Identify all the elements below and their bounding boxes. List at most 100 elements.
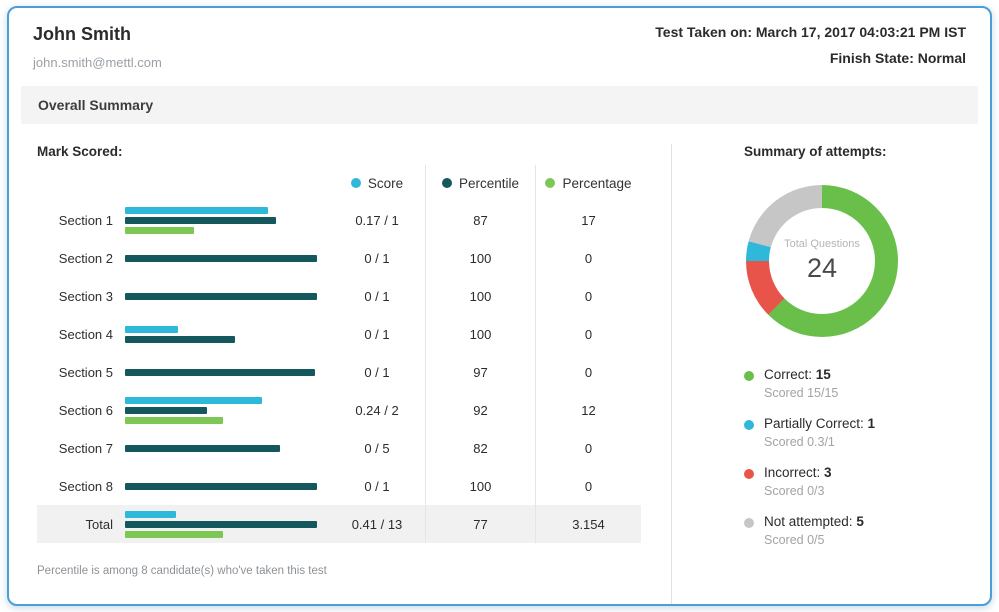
test-meta: Test Taken on: March 17, 2017 04:03:21 P…: [655, 24, 966, 70]
legend-scored: Scored 15/15: [764, 386, 838, 400]
row-label: Section 3: [37, 277, 125, 315]
legend-count: 5: [856, 514, 864, 529]
test-taken-value: March 17, 2017 04:03:21 PM IST: [756, 24, 966, 40]
table-row: Section 70 / 5820: [37, 429, 641, 467]
percentage-cell: 17: [535, 201, 641, 239]
percentage-cell: 12: [535, 391, 641, 429]
percentile-cell: 92: [425, 391, 535, 429]
candidate-info: John Smith john.smith@mettl.com: [33, 24, 162, 70]
row-label: Section 7: [37, 429, 125, 467]
score-cell: 0 / 1: [329, 315, 425, 353]
row-bars: [125, 353, 329, 391]
percentage-cell: 0: [535, 353, 641, 391]
attempts-donut-chart: Total Questions 24: [746, 185, 898, 337]
candidate-email: john.smith@mettl.com: [33, 55, 162, 70]
score-legend-dot: [351, 178, 361, 188]
bar-percentile: [125, 336, 235, 343]
legend-text: Not attempted: 5Scored 0/5: [764, 514, 864, 547]
percentile-legend-dot: [442, 178, 452, 188]
bar-score: [125, 511, 176, 518]
legend-scored: Scored 0.3/1: [764, 435, 875, 449]
legend-label: Incorrect: 3: [764, 465, 832, 480]
percentile-cell: 100: [425, 315, 535, 353]
legend-label: Partially Correct: 1: [764, 416, 875, 431]
percentile-column-label: Percentile: [459, 176, 519, 191]
legend-dot: [744, 518, 754, 528]
report-header: John Smith john.smith@mettl.com Test Tak…: [9, 8, 990, 82]
candidate-name: John Smith: [33, 24, 162, 45]
percentage-cell: 0: [535, 467, 641, 505]
bar-percentage: [125, 227, 194, 234]
percentage-column-label: Percentage: [562, 176, 631, 191]
bar-score: [125, 207, 268, 214]
bar-score: [125, 397, 262, 404]
percentage-legend-dot: [545, 178, 555, 188]
bar-score: [125, 326, 178, 333]
attempts-legend-item: Partially Correct: 1 Scored 0.3/1: [744, 416, 966, 449]
score-cell: 0.24 / 2: [329, 391, 425, 429]
score-cell: 0 / 1: [329, 467, 425, 505]
attempts-legend-item: Not attempted: 5Scored 0/5: [744, 514, 966, 547]
percentile-cell: 100: [425, 467, 535, 505]
percentile-footnote: Percentile is among 8 candidate(s) who'v…: [37, 565, 641, 577]
percentage-cell: 3.154: [535, 505, 641, 543]
percentage-cell: 0: [535, 315, 641, 353]
report-content: Mark Scored: Score Percentile: [9, 124, 990, 604]
overall-summary-bar: Overall Summary: [21, 86, 978, 124]
legend-text: Partially Correct: 1 Scored 0.3/1: [764, 416, 875, 449]
attempts-legend-item: Correct: 15Scored 15/15: [744, 367, 966, 400]
row-label: Total: [37, 505, 125, 543]
score-column-label: Score: [368, 176, 403, 191]
legend-count: 1: [868, 416, 876, 431]
report-card: John Smith john.smith@mettl.com Test Tak…: [7, 6, 992, 606]
percentile-cell: 82: [425, 429, 535, 467]
legend-dot: [744, 469, 754, 479]
finish-state-line: Finish State: Normal: [655, 50, 966, 66]
test-taken-label: Test Taken on:: [655, 24, 752, 40]
table-header-row: Score Percentile Percentage: [37, 165, 641, 201]
bar-percentile: [125, 521, 317, 528]
table-row: Section 50 / 1970: [37, 353, 641, 391]
score-cell: 0 / 1: [329, 277, 425, 315]
attempts-legend: Correct: 15Scored 15/15 Partially Correct…: [744, 367, 966, 547]
legend-dot: [744, 420, 754, 430]
percentile-cell: 100: [425, 239, 535, 277]
bar-percentile: [125, 445, 280, 452]
column-header-percentile: Percentile: [425, 165, 535, 201]
row-label: Section 2: [37, 239, 125, 277]
donut-center-label: Total Questions: [784, 238, 860, 250]
row-bars: [125, 201, 329, 239]
marks-panel: Mark Scored: Score Percentile: [9, 144, 672, 604]
legend-text: Correct: 15Scored 15/15: [764, 367, 838, 400]
bar-percentage: [125, 417, 223, 424]
row-bars: [125, 467, 329, 505]
row-label: Section 5: [37, 353, 125, 391]
score-cell: 0.41 / 13: [329, 505, 425, 543]
row-bars: [125, 277, 329, 315]
attempts-legend-item: Incorrect: 3 Scored 0/3: [744, 465, 966, 498]
legend-scored: Scored 0/3: [764, 484, 832, 498]
bar-percentage: [125, 531, 223, 538]
test-taken-line: Test Taken on: March 17, 2017 04:03:21 P…: [655, 24, 966, 40]
percentile-cell: 100: [425, 277, 535, 315]
row-label: Section 8: [37, 467, 125, 505]
column-header-percentage: Percentage: [535, 165, 641, 201]
table-row: Section 10.17 / 18717: [37, 201, 641, 239]
table-row-total: Total 0.41 / 13773.154: [37, 505, 641, 543]
percentile-cell: 77: [425, 505, 535, 543]
score-cell: 0 / 5: [329, 429, 425, 467]
bar-percentile: [125, 483, 317, 490]
attempts-panel: Summary of attempts: Total Questions 24 …: [672, 144, 990, 604]
marks-title: Mark Scored:: [37, 144, 641, 159]
donut-center-value: 24: [807, 253, 837, 284]
row-label: Section 1: [37, 201, 125, 239]
finish-state-label: Finish State:: [830, 50, 914, 66]
bar-percentile: [125, 255, 317, 262]
row-label: Section 4: [37, 315, 125, 353]
column-header-score: Score: [329, 165, 425, 201]
donut-center: Total Questions 24: [769, 208, 875, 314]
table-row: Section 60.24 / 29212: [37, 391, 641, 429]
table-row: Section 30 / 11000: [37, 277, 641, 315]
overall-summary-title: Overall Summary: [38, 97, 153, 113]
row-bars: [125, 505, 329, 543]
